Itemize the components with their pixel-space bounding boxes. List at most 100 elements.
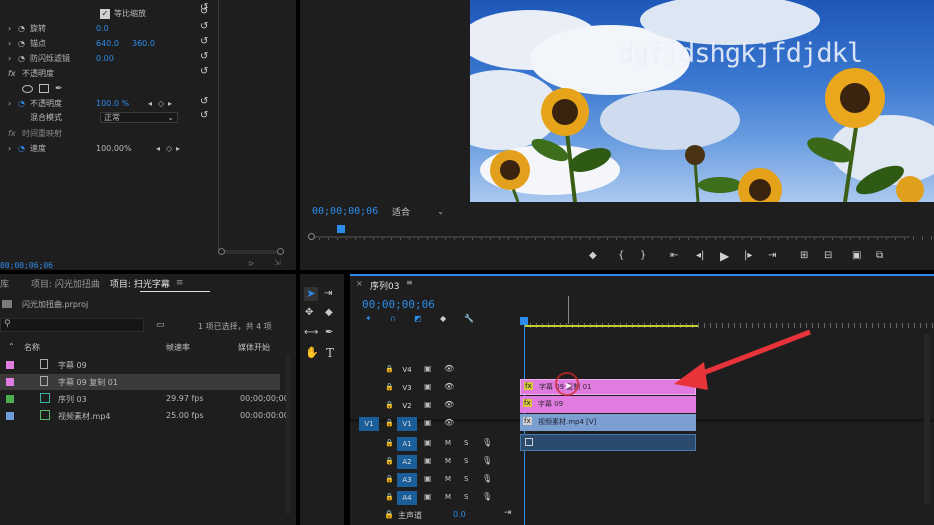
timeline-timecode[interactable]: 00;00;00;06 (362, 298, 435, 311)
mute-button[interactable]: M (445, 475, 451, 483)
sync-lock-icon[interactable]: ▣ (424, 474, 432, 483)
mute-button[interactable]: M (445, 439, 451, 447)
track-target[interactable]: V4 (397, 363, 417, 377)
anchor-x-value[interactable]: 640.0 (96, 39, 132, 48)
rotation-value[interactable]: 0.0 (96, 24, 109, 33)
expand-chevron-icon[interactable]: › (8, 39, 18, 48)
time-remap-section[interactable]: fx 时间重映射 (8, 126, 218, 141)
keyframe-prev-icon[interactable]: ◂ (156, 144, 166, 153)
go-to-out-icon[interactable]: ⇥ (768, 250, 776, 261)
microphone-icon[interactable]: 🎙 (482, 456, 492, 465)
anchor-y-value[interactable]: 360.0 (132, 39, 155, 48)
lock-icon[interactable]: 🔒 (385, 419, 394, 427)
linked-select-icon[interactable]: ◩ (414, 314, 422, 323)
microphone-icon[interactable]: 🎙 (482, 492, 492, 501)
pen-mask-icon[interactable]: ✒ (55, 84, 63, 94)
lock-icon[interactable]: 🔒 (385, 493, 394, 501)
track-target[interactable]: A1 (397, 437, 417, 451)
sync-lock-icon[interactable]: ▣ (424, 382, 432, 391)
step-forward-icon[interactable]: |▸ (744, 250, 752, 261)
add-marker-icon[interactable]: ◆ (440, 314, 446, 323)
checkbox-icon[interactable]: ✓ (100, 8, 110, 19)
effect-timecode[interactable]: 00;00;06;06 (0, 261, 53, 270)
compare-view-icon[interactable]: ⧉ (876, 250, 883, 261)
track-target[interactable]: V3 (397, 381, 417, 395)
sequence-tab[interactable]: 序列03 (370, 279, 399, 292)
opacity-section[interactable]: fx 不透明度 (8, 66, 218, 81)
ellipse-mask-icon[interactable] (22, 84, 33, 93)
slip-tool-icon[interactable]: ⟷ (304, 327, 318, 338)
sync-lock-icon[interactable]: ▣ (424, 492, 432, 501)
lock-icon[interactable]: 🔒 (385, 401, 394, 409)
keyframe-add-icon[interactable]: ◇ (166, 144, 176, 153)
track-target[interactable]: A2 (397, 455, 417, 469)
clip-v1-video[interactable]: fx 视频素材.mp4 [V] (520, 414, 696, 431)
reset-icon[interactable]: ↺ (200, 66, 208, 77)
keyframe-next-icon[interactable]: ▸ (168, 99, 178, 108)
reset-icon[interactable]: ↺ (200, 96, 208, 107)
project-scrollbar[interactable] (286, 354, 290, 514)
solo-button[interactable]: S (464, 493, 468, 501)
list-item[interactable]: 序列 03 29.97 fps 00;00;00;00 (0, 391, 289, 407)
program-playhead[interactable] (337, 225, 345, 233)
blend-mode-dropdown[interactable]: 正常 ⌄ (100, 112, 178, 123)
nest-icon[interactable]: ✦ (365, 314, 372, 323)
clip-a1-audio[interactable] (520, 434, 696, 451)
speed-value[interactable]: 100.00% (96, 144, 156, 153)
wrench-icon[interactable]: 🔧 (464, 314, 474, 323)
reset-icon[interactable]: ↺ (200, 21, 208, 32)
eye-icon[interactable]: 👁 (444, 418, 454, 427)
eye-icon[interactable]: 👁 (444, 364, 454, 373)
export-icon[interactable]: ⇲ (274, 258, 281, 267)
timeline-playhead-marker[interactable] (520, 317, 528, 325)
extract-icon[interactable]: ⊟ (824, 250, 832, 261)
scroll-handle[interactable] (308, 233, 315, 240)
keyframe-next-icon[interactable]: ▸ (176, 144, 186, 153)
mark-in-icon[interactable]: { (618, 250, 624, 261)
timeline-scrollbar[interactable] (924, 334, 930, 504)
tab-project-flash[interactable]: 项目: 闪光加扭曲 (31, 277, 100, 290)
lock-icon[interactable]: 🔒 (384, 510, 394, 519)
flicker-value[interactable]: 0.00 (96, 54, 114, 63)
microphone-icon[interactable]: 🎙 (482, 474, 492, 483)
keyframe-add-icon[interactable]: ◇ (158, 99, 168, 108)
type-tool-icon[interactable]: T (326, 346, 334, 360)
lock-icon[interactable]: 🔒 (385, 365, 394, 373)
selection-tool-icon[interactable]: ➤ (304, 287, 318, 301)
sync-lock-icon[interactable]: ▣ (424, 456, 432, 465)
step-back-icon[interactable]: ◂| (696, 250, 704, 261)
program-timecode[interactable]: 00;00;00;06 (312, 206, 378, 217)
list-item[interactable]: 字幕 09 (0, 357, 280, 373)
lock-icon[interactable]: 🔒 (385, 475, 394, 483)
track-target[interactable]: V1 (397, 417, 417, 431)
uniform-scale-row[interactable]: ✓ 等比缩放 (100, 6, 146, 21)
rectangle-mask-icon[interactable] (39, 84, 49, 93)
reset-icon[interactable]: ↺ (200, 110, 208, 121)
col-fps[interactable]: 帧速率 (166, 342, 190, 353)
razor-tool-icon[interactable]: ◆ (325, 307, 333, 318)
lock-icon[interactable]: 🔒 (385, 457, 394, 465)
expand-chevron-icon[interactable]: › (8, 99, 18, 108)
ripple-edit-tool-icon[interactable]: ✥ (305, 307, 313, 318)
stopwatch-icon[interactable]: ◔ (18, 54, 30, 63)
mute-button[interactable]: M (445, 493, 451, 501)
stopwatch-icon[interactable]: ◔ (18, 39, 30, 48)
expand-chevron-icon[interactable]: › (8, 24, 18, 33)
lock-icon[interactable]: 🔒 (385, 439, 394, 447)
eye-icon[interactable]: 👁 (444, 400, 454, 409)
zoom-dropdown[interactable]: 适合 ⌄ (388, 205, 448, 218)
program-scrollbar[interactable] (310, 236, 910, 238)
mute-button[interactable]: M (445, 457, 451, 465)
solo-button[interactable]: S (464, 439, 468, 447)
col-name[interactable]: 名称 (24, 342, 40, 353)
sync-lock-icon[interactable]: ▣ (424, 364, 432, 373)
go-to-out-icon[interactable]: ⇥ (504, 508, 512, 518)
track-target[interactable]: A4 (397, 491, 417, 505)
expand-chevron-icon[interactable]: › (8, 54, 18, 63)
menu-icon[interactable]: ≡ (406, 278, 413, 287)
reset-icon[interactable]: ↺ (200, 6, 208, 17)
opacity-value[interactable]: 100.0 % (96, 99, 148, 108)
add-marker-icon[interactable]: ◆ (589, 250, 597, 261)
hand-tool-icon[interactable]: ✋ (305, 346, 319, 359)
track-target[interactable]: V2 (397, 399, 417, 413)
